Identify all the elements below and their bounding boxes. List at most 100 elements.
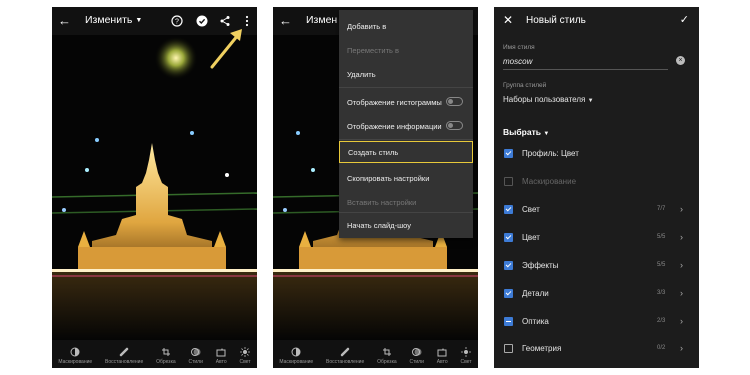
share-icon[interactable] (219, 15, 231, 27)
phone-screen-edit: ← Изменить ▼ ? Маскирование Восстановлен… (52, 7, 257, 368)
setting-label: Цвет (522, 233, 540, 242)
more-menu-icon[interactable] (241, 15, 253, 27)
setting-count: 2/3 (657, 318, 666, 324)
confirm-check-icon[interactable]: ✓ (680, 13, 689, 26)
presets-icon (411, 348, 422, 356)
setting-count: 0/2 (657, 345, 666, 351)
tool-healing[interactable]: Восстановление (326, 347, 364, 365)
menu-item-add-to[interactable]: Добавить в (339, 14, 473, 38)
help-icon[interactable]: ? (171, 15, 183, 27)
menu-item-create-preset[interactable]: Создать стиль (339, 141, 473, 163)
tool-label: Свет (239, 359, 251, 365)
tool-crop[interactable]: Обрезка (156, 347, 176, 365)
page-title: Изменить (85, 14, 133, 26)
setting-row-profile[interactable]: Профиль: Цвет (494, 149, 699, 176)
setting-row-effects[interactable]: Эффекты 5/5 › (494, 260, 699, 288)
input-underline (503, 69, 668, 70)
tool-light[interactable]: Свет (460, 347, 472, 365)
tool-masking[interactable]: Маскирование (58, 347, 92, 365)
menu-item-delete[interactable]: Удалить (339, 62, 473, 86)
tool-bar: Маскирование Восстановление Обрезка Стил… (52, 340, 257, 368)
chevron-right-icon[interactable]: › (680, 316, 683, 326)
setting-count: 3/3 (657, 290, 666, 296)
setting-label: Детали (522, 289, 549, 298)
checkbox[interactable] (504, 149, 513, 158)
tool-label: Обрезка (377, 359, 397, 365)
tool-presets[interactable]: Стили (188, 347, 203, 365)
page-title[interactable]: Измен (306, 14, 337, 26)
chevron-right-icon[interactable]: › (680, 260, 683, 270)
menu-item-label: Отображение информации (347, 122, 442, 131)
crop-icon (161, 348, 170, 356)
tool-label: Обрезка (156, 359, 176, 365)
photo-image (52, 35, 257, 340)
svg-text:?: ? (175, 19, 179, 26)
healing-icon (340, 347, 350, 357)
mask-icon (291, 347, 301, 357)
histogram-toggle[interactable] (446, 97, 463, 106)
setting-label: Профиль: Цвет (522, 149, 579, 158)
setting-row-light[interactable]: Свет 7/7 › (494, 204, 699, 232)
preset-group-value: Наборы пользователя (503, 95, 586, 104)
preset-name-input[interactable]: moscow (503, 57, 532, 66)
checkbox[interactable] (504, 344, 513, 353)
back-arrow-icon[interactable]: ← (279, 13, 292, 28)
chevron-right-icon[interactable]: › (680, 288, 683, 298)
top-bar: ← Изменить ▼ ? (52, 7, 257, 35)
chevron-right-icon[interactable]: › (680, 343, 683, 353)
done-check-icon[interactable] (196, 15, 208, 27)
checkbox[interactable] (504, 205, 513, 214)
tool-presets[interactable]: Стили (409, 347, 424, 365)
overflow-menu: Добавить в Переместить в Удалить Отображ… (339, 10, 473, 238)
preset-group-label: Группа стилей (503, 82, 547, 89)
caret-down-icon: ▼ (135, 17, 143, 24)
preset-group-select[interactable]: Наборы пользователя ▼ (503, 95, 594, 104)
menu-item-show-info[interactable]: Отображение информации (339, 114, 473, 138)
checkbox[interactable] (504, 289, 513, 298)
chevron-right-icon[interactable]: › (680, 232, 683, 242)
setting-label: Эффекты (522, 261, 559, 270)
auto-icon (437, 348, 447, 357)
setting-count: 5/5 (657, 262, 666, 268)
caret-down-icon: ▼ (543, 131, 550, 137)
tool-healing[interactable]: Восстановление (105, 347, 143, 365)
night-photo-moscow (52, 35, 257, 340)
chevron-right-icon[interactable]: › (680, 204, 683, 214)
tool-auto[interactable]: Авто (437, 347, 448, 365)
menu-item-show-histogram[interactable]: Отображение гистограммы (339, 90, 473, 114)
setting-row-color[interactable]: Цвет 5/5 › (494, 232, 699, 260)
edit-title-dropdown[interactable]: Изменить ▼ (85, 14, 142, 26)
tool-auto[interactable]: Авто (216, 347, 227, 365)
checkbox[interactable] (504, 233, 513, 242)
tool-light[interactable]: Свет (239, 347, 251, 365)
info-toggle[interactable] (446, 121, 463, 130)
menu-item-move-to: Переместить в (339, 38, 473, 62)
mask-icon (70, 347, 80, 357)
select-dropdown[interactable]: Выбрать ▼ (503, 127, 549, 137)
setting-row-detail[interactable]: Детали 3/3 › (494, 288, 699, 316)
checkbox (504, 177, 513, 186)
tool-label: Восстановление (105, 359, 144, 365)
auto-icon (216, 348, 226, 357)
checkbox[interactable] (504, 317, 513, 326)
back-arrow-icon[interactable]: ← (58, 13, 71, 28)
setting-row-optics[interactable]: Оптика 2/3 › (494, 316, 699, 344)
tool-masking[interactable]: Маскирование (279, 347, 313, 365)
setting-row-geometry[interactable]: Геометрия 0/2 › (494, 343, 699, 368)
tool-bar: Маскирование Восстановление Обрезка Стил… (273, 340, 478, 368)
close-icon[interactable]: ✕ (503, 13, 513, 27)
preset-name-label: Имя стиля (503, 44, 535, 51)
checkbox[interactable] (504, 261, 513, 270)
menu-item-label: Скопировать настройки (347, 174, 430, 183)
tool-label: Восстановление (326, 359, 365, 365)
menu-item-label: Создать стиль (348, 148, 399, 157)
menu-item-copy-settings[interactable]: Скопировать настройки (339, 166, 473, 190)
menu-divider (339, 139, 473, 140)
menu-item-start-slideshow[interactable]: Начать слайд-шоу (339, 213, 473, 237)
setting-row-masking: Маскирование (494, 177, 699, 204)
clear-input-icon[interactable]: × (676, 56, 685, 65)
menu-item-label: Отображение гистограммы (347, 98, 442, 107)
tool-label: Авто (215, 359, 227, 365)
tool-crop[interactable]: Обрезка (377, 347, 397, 365)
light-icon (240, 347, 251, 357)
